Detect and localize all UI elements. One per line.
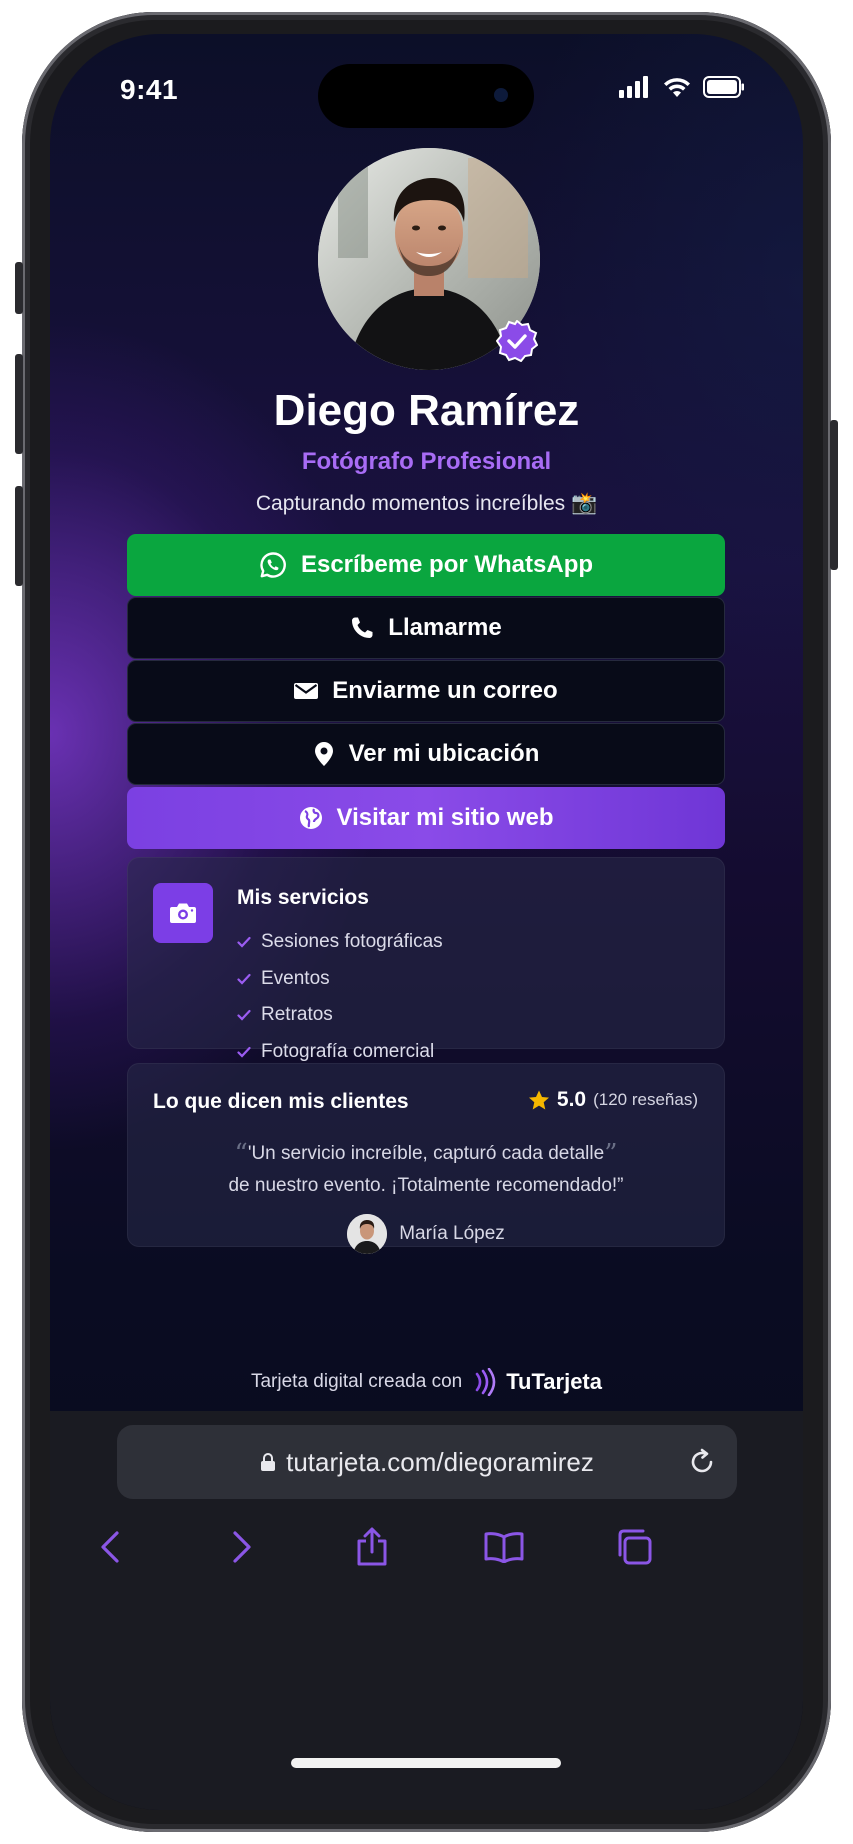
camera-icon	[170, 903, 196, 923]
quote-open-icon: “	[234, 1139, 248, 1169]
check-icon	[237, 1010, 251, 1021]
url-text: tutarjeta.com/diegoramirez	[286, 1446, 594, 1477]
whatsapp-icon	[260, 552, 286, 578]
list-item: Eventos	[237, 961, 443, 998]
review-quote-line-2: de nuestro evento. ¡Totalmente recomenda…	[228, 1175, 624, 1196]
footer-text: Tarjeta digital creada con	[250, 1371, 463, 1392]
star-icon	[528, 1090, 549, 1109]
share-icon	[357, 1527, 387, 1566]
profile-role: Fotógrafo Profesional	[301, 448, 552, 475]
location-button[interactable]: Ver mi ubicación	[127, 723, 725, 785]
website-button-label: Visitar mi sitio web	[336, 804, 554, 831]
services-card: Mis servicios Sesiones fotográficas Even…	[127, 857, 725, 1062]
wifi-icon	[664, 78, 690, 97]
email-button-label: Enviarme un correo	[332, 677, 558, 704]
bookmarks-button[interactable]	[476, 1519, 532, 1575]
rating-count: (120 reseñas)	[593, 1090, 698, 1109]
tabs-icon	[618, 1529, 652, 1565]
check-icon	[237, 937, 251, 948]
check-icon	[237, 973, 251, 985]
check-icon	[237, 1046, 251, 1058]
brand-name: TuTarjeta	[506, 1369, 602, 1394]
status-bar: 9:41	[50, 34, 803, 144]
phone-icon	[352, 617, 373, 638]
lock-icon	[261, 1453, 276, 1471]
volume-down-button	[15, 486, 23, 586]
signal-icon	[619, 76, 648, 98]
camera-dot	[494, 88, 508, 102]
profile-name: Diego Ramírez	[273, 386, 580, 435]
reviews-title: Lo que dicen mis clientes	[153, 1090, 409, 1113]
review-author: María López	[128, 1214, 724, 1254]
services-icon-box	[153, 883, 213, 943]
profile-tagline: Capturando momentos increíbles 📸	[255, 492, 598, 515]
location-button-label: Ver mi ubicación	[348, 740, 540, 767]
whatsapp-button-label: Escríbeme por WhatsApp	[300, 551, 594, 578]
browser-chrome: tutarjeta.com/diegoramirez	[50, 1411, 803, 1810]
back-button[interactable]	[82, 1519, 138, 1575]
status-time: 9:41	[120, 74, 179, 105]
address-bar[interactable]: tutarjeta.com/diegoramirez	[117, 1425, 737, 1499]
footer: Tarjeta digital creada con TuTarjeta	[50, 1368, 803, 1396]
services-list: Sesiones fotográficas Eventos Retratos F…	[237, 924, 443, 1070]
status-icons	[619, 76, 745, 98]
tutarjeta-logo-icon	[475, 1368, 496, 1396]
call-button-label: Llamarme	[388, 614, 502, 641]
list-item: Retratos	[237, 997, 443, 1034]
chevron-right-icon	[233, 1531, 251, 1563]
email-button[interactable]: Enviarme un correo	[127, 660, 725, 722]
location-pin-icon	[314, 742, 333, 766]
list-item: Sesiones fotográficas	[237, 924, 443, 961]
forward-button[interactable]	[214, 1519, 270, 1575]
review-quote: “'Un servicio increíble, capturó cada de…	[158, 1138, 694, 1202]
review-quote-line-1: “'Un servicio increíble, capturó cada de…	[234, 1139, 618, 1169]
services-title: Mis servicios	[237, 886, 369, 909]
chevron-left-icon	[101, 1531, 119, 1563]
dynamic-island	[318, 64, 534, 128]
review-author-name: María López	[399, 1223, 505, 1244]
rating: 5.0 (120 reseñas)	[528, 1088, 698, 1112]
screen: 9:41 Diego Ramírez Fotógrafo Profesional…	[50, 34, 803, 1810]
power-button	[830, 420, 838, 570]
action-button	[15, 262, 23, 314]
avatar	[347, 1214, 388, 1254]
website-button[interactable]: Visitar mi sitio web	[127, 787, 725, 849]
globe-icon	[299, 807, 322, 829]
call-button[interactable]: Llamarme	[127, 597, 725, 659]
browser-toolbar	[50, 1519, 803, 1583]
quote-close-icon: ”	[604, 1139, 618, 1169]
rating-value: 5.0	[556, 1088, 587, 1111]
book-icon	[484, 1532, 524, 1563]
home-indicator[interactable]	[291, 1758, 561, 1768]
mail-icon	[294, 683, 319, 699]
volume-up-button	[15, 354, 23, 454]
reviews-card: Lo que dicen mis clientes 5.0 (120 reseñ…	[127, 1063, 725, 1254]
battery-icon	[703, 76, 744, 98]
share-button[interactable]	[344, 1519, 400, 1575]
whatsapp-button[interactable]: Escríbeme por WhatsApp	[127, 534, 725, 596]
profile-avatar-wrap	[318, 148, 540, 370]
tabs-button[interactable]	[606, 1519, 662, 1575]
brand-link[interactable]: TuTarjeta	[474, 1368, 602, 1396]
verified-badge-icon	[496, 320, 538, 362]
reload-icon[interactable]	[687, 1447, 717, 1477]
